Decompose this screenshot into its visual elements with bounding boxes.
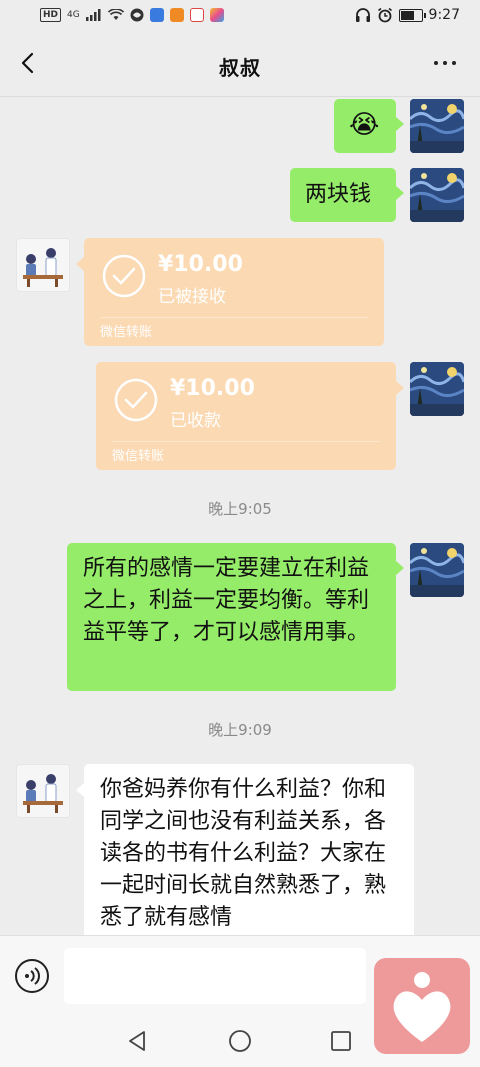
hd-badge: HD xyxy=(40,8,62,22)
floating-app-icon[interactable] xyxy=(374,958,470,1054)
starry-night-avatar-image xyxy=(410,168,464,222)
transfer-status: 已收款 xyxy=(170,411,221,431)
timestamp: 晚上9:05 xyxy=(208,500,272,518)
more-dot xyxy=(452,61,456,65)
voice-icon[interactable] xyxy=(14,958,50,994)
transfer-amount: ¥10.00 xyxy=(170,376,255,401)
message-emoji: 😭 xyxy=(349,110,380,140)
bubble-tail xyxy=(396,561,404,575)
bubble-tail xyxy=(76,257,84,271)
network-label: 4G xyxy=(67,10,80,20)
app-icon-multicolor xyxy=(209,8,224,22)
app-icon-red xyxy=(189,8,204,22)
my-avatar[interactable] xyxy=(410,362,464,416)
chat-header: 叔叔 xyxy=(0,34,480,97)
doctor-avatar-image xyxy=(17,239,69,291)
contact-avatar[interactable] xyxy=(16,238,70,292)
heart-person-icon xyxy=(393,972,451,1042)
more-dot xyxy=(434,61,438,65)
alarm-icon xyxy=(377,7,392,23)
starry-night-avatar-image xyxy=(410,362,464,416)
chat-title: 叔叔 xyxy=(219,56,261,80)
message-text: 所有的感情一定要建立在利益之上，利益一定要均衡。等利益平等了，才可以感情用事。 xyxy=(83,556,370,645)
starry-night-avatar-image xyxy=(410,99,464,153)
browser-app-icon xyxy=(130,8,144,22)
message-bubble-sent[interactable]: 😭 xyxy=(334,99,396,153)
check-circle-icon xyxy=(102,254,146,298)
my-avatar[interactable] xyxy=(410,168,464,222)
starry-night-avatar-image xyxy=(410,543,464,597)
more-dot xyxy=(443,61,447,65)
transfer-amount: ¥10.00 xyxy=(158,252,243,277)
check-circle-icon xyxy=(114,378,158,422)
message-bubble-sent[interactable]: 两块钱 xyxy=(290,168,396,222)
transfer-footer: 微信转账 xyxy=(112,449,165,464)
signal-icon xyxy=(85,9,101,21)
transfer-card[interactable]: ¥10.00 已收款 微信转账 xyxy=(96,362,396,470)
message-input[interactable] xyxy=(64,948,366,1004)
nav-recents-icon[interactable] xyxy=(330,1030,352,1052)
bubble-tail xyxy=(76,783,84,797)
nav-back-icon[interactable] xyxy=(126,1029,148,1053)
transfer-divider xyxy=(112,441,380,442)
message-text: 你爸妈养你有什么利益？你和同学之间也没有利益关系，各读各的书有什么利益？大家在一… xyxy=(100,777,387,930)
transfer-divider xyxy=(100,317,368,318)
my-avatar[interactable] xyxy=(410,99,464,153)
timestamp: 晚上9:09 xyxy=(208,721,272,739)
message-bubble-received[interactable]: 你爸妈养你有什么利益？你和同学之间也没有利益关系，各读各的书有什么利益？大家在一… xyxy=(84,764,414,935)
status-bar: HD 4G 9:27 xyxy=(0,0,480,34)
message-bubble-sent[interactable]: 所有的感情一定要建立在利益之上，利益一定要均衡。等利益平等了，才可以感情用事。 xyxy=(67,543,396,691)
bubble-tail xyxy=(396,186,404,200)
bubble-tail xyxy=(396,117,404,131)
status-left: HD 4G xyxy=(40,8,224,22)
contact-avatar[interactable] xyxy=(16,764,70,818)
battery-icon xyxy=(398,8,426,22)
message-text: 两块钱 xyxy=(305,182,372,207)
app-icon-orange xyxy=(169,8,184,22)
chat-area[interactable]: 😭 两块钱 ¥10.00 已被接收 微信转账 ¥10.00 已收款 微信转账 晚… xyxy=(0,97,480,935)
headphone-icon xyxy=(355,8,370,22)
more-icon[interactable] xyxy=(434,61,456,65)
clock: 9:27 xyxy=(428,7,460,23)
bubble-tail xyxy=(396,381,404,395)
transfer-footer: 微信转账 xyxy=(100,325,153,340)
transfer-card[interactable]: ¥10.00 已被接收 微信转账 xyxy=(84,238,384,346)
status-right: 9:27 xyxy=(355,7,460,23)
doctor-avatar-image xyxy=(17,765,69,817)
nav-home-icon[interactable] xyxy=(228,1029,252,1053)
battery-level xyxy=(400,10,414,20)
wifi-icon xyxy=(107,9,124,20)
my-avatar[interactable] xyxy=(410,543,464,597)
app-icon-blue xyxy=(149,8,164,22)
transfer-status: 已被接收 xyxy=(158,287,226,307)
